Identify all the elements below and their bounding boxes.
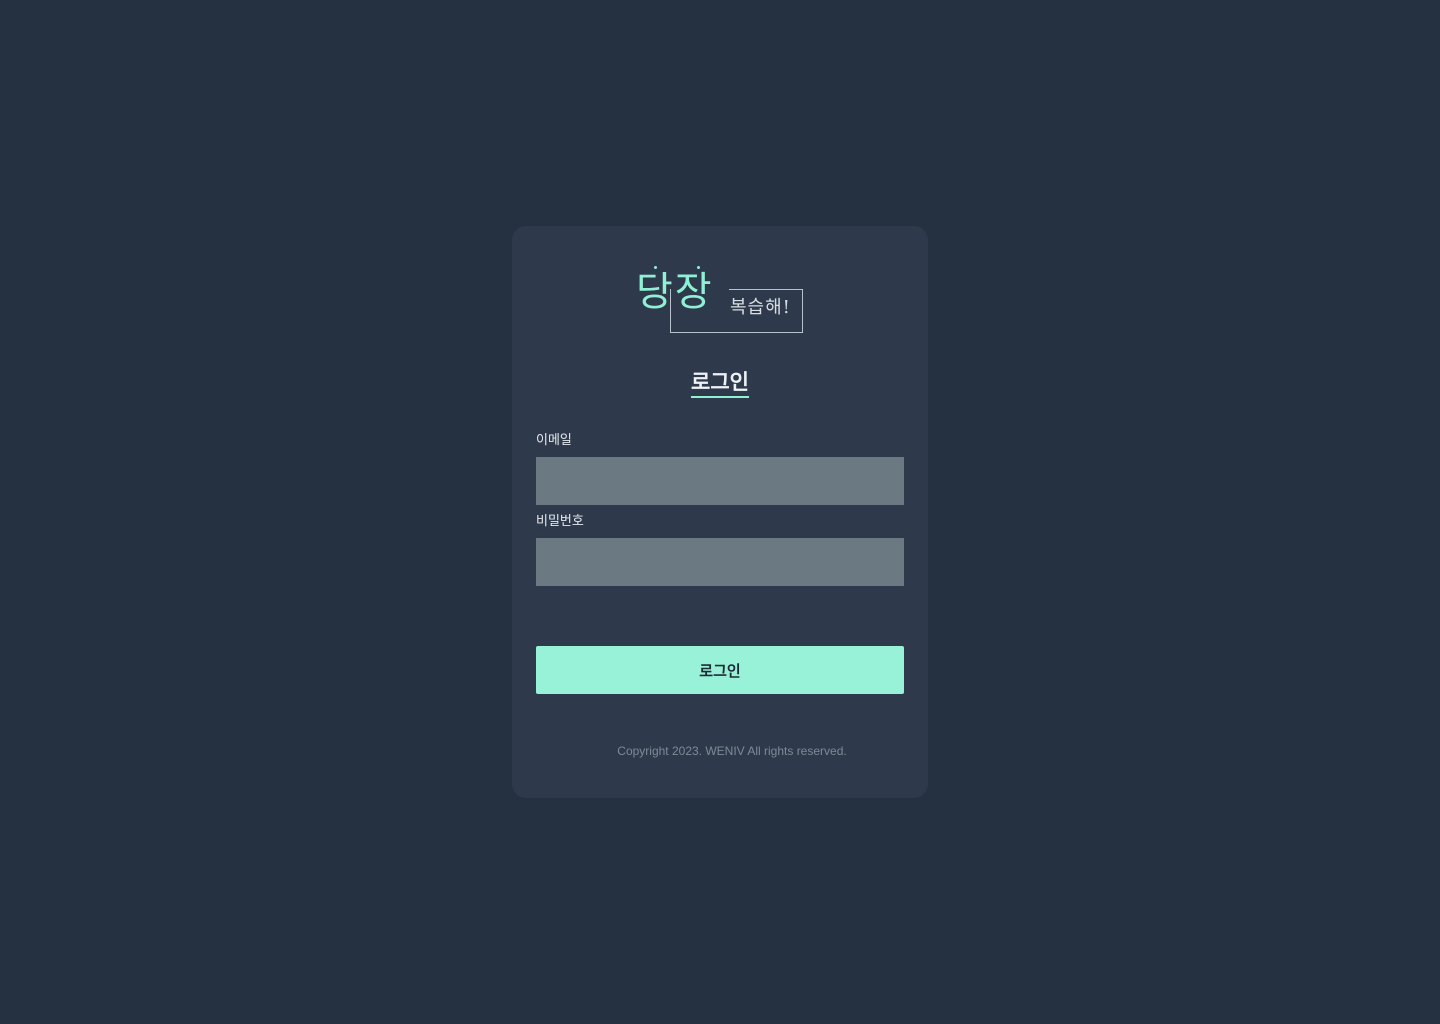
- logo-main-text: 당장: [636, 269, 714, 315]
- email-label: 이메일: [536, 433, 572, 448]
- password-label: 비밀번호: [536, 514, 584, 529]
- password-field[interactable]: [536, 538, 904, 586]
- login-card: 당장 복습해! 로그인 이메일 비밀번호 로그인 Copyright 2023.…: [512, 226, 928, 798]
- logo-dot: [654, 266, 657, 269]
- login-button[interactable]: 로그인: [536, 646, 904, 694]
- logo-sub-text: 복습해!: [730, 297, 791, 318]
- logo-sub-frame-top: [729, 289, 803, 290]
- email-field[interactable]: [536, 457, 904, 505]
- page-title: 로그인: [512, 368, 928, 398]
- copyright-text: Copyright 2023. WENIV All rights reserve…: [617, 744, 847, 758]
- logo-dot: [697, 266, 700, 269]
- page-title-text: 로그인: [691, 368, 749, 398]
- logo: 당장 복습해!: [636, 264, 806, 334]
